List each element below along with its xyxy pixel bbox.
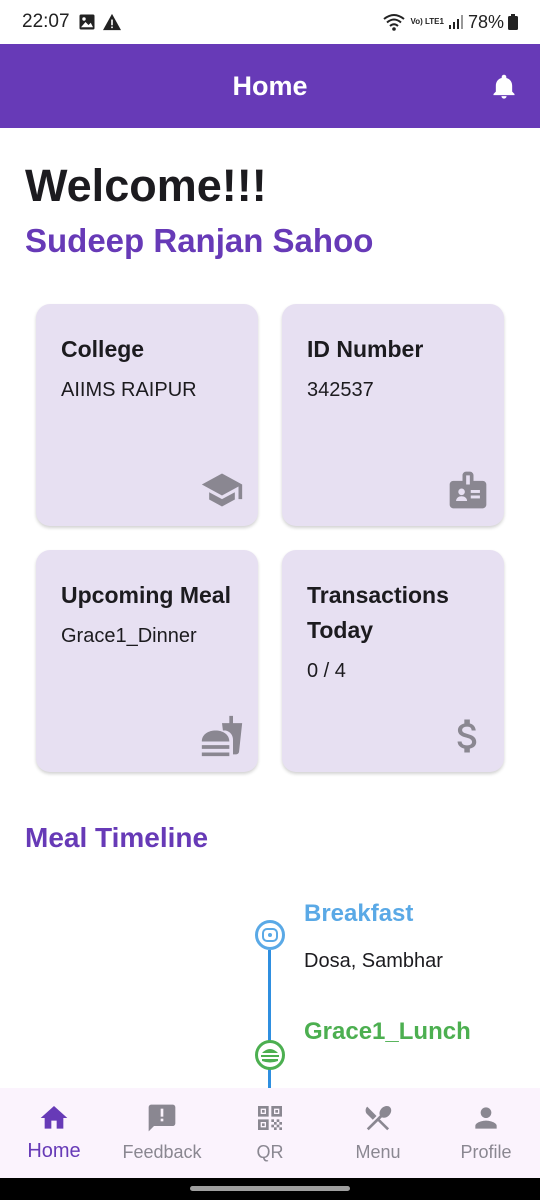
bottom-navigation: Home Feedback QR Menu Profile [0,1088,540,1178]
nav-label: QR [256,1142,284,1162]
app-bar: Home [0,44,540,128]
person-icon [475,1107,497,1129]
gesture-navigation-area [0,1178,540,1200]
timeline-connector [268,950,271,1095]
breakfast-icon [262,928,278,942]
card-title: Transactions Today [307,582,449,643]
card-value: 342537 [307,379,374,401]
nav-item-menu[interactable]: Menu [324,1088,432,1178]
signal-icon [448,15,463,29]
page-title: Home [232,70,308,101]
card-title: Upcoming Meal [61,582,231,608]
nav-item-qr[interactable]: QR [216,1088,324,1178]
fastfood-icon [201,715,243,757]
home-icon [40,1106,68,1129]
restaurant-icon [365,1105,392,1131]
card-value: AIIMS RAIPUR [61,379,197,401]
timeline-description: Dosa, Sambhar [304,950,443,972]
network-type-label: Vo) LTE1 [410,17,444,26]
wifi-icon [383,14,406,31]
dollar-icon [457,719,477,753]
status-time: 22:07 [22,11,70,32]
warning-icon [102,13,121,31]
card-title: College [61,336,145,362]
nav-label: Feedback [122,1142,202,1162]
nav-label: Home [27,1140,81,1162]
battery-percent: 78% [467,11,504,32]
meal-timeline-title: Meal Timeline [25,822,209,853]
feedback-icon [148,1104,176,1132]
welcome-heading: Welcome!!! [25,160,267,211]
timeline-label: Breakfast [304,900,414,927]
burger-icon [261,1049,279,1063]
user-name: Sudeep Ranjan Sahoo [25,222,374,259]
timeline-node-breakfast [255,920,285,950]
timeline-node-lunch [255,1040,285,1070]
badge-icon [449,471,487,509]
battery-icon [508,14,518,30]
nav-item-home[interactable]: Home [0,1088,108,1178]
card-value: 0 / 4 [307,660,346,682]
id-number-card[interactable]: ID Number 342537 [282,304,504,526]
nav-label: Profile [460,1142,512,1162]
notification-bell-icon[interactable] [490,73,518,101]
college-card[interactable]: College AIIMS RAIPUR [36,304,258,526]
gesture-handle[interactable] [190,1186,350,1191]
upcoming-meal-card[interactable]: Upcoming Meal Grace1_Dinner [36,550,258,772]
card-title: ID Number [307,336,424,362]
timeline-label: Grace1_Lunch [304,1018,471,1045]
image-notification-icon [79,14,95,30]
card-value: Grace1_Dinner [61,625,197,647]
transactions-card[interactable]: Transactions Today 0 / 4 [282,550,504,772]
school-icon [201,473,243,507]
nav-item-feedback[interactable]: Feedback [108,1088,216,1178]
status-bar: 22:07 Vo) LTE1 78% [0,0,540,44]
qr-icon [258,1106,282,1130]
nav-label: Menu [355,1142,401,1162]
nav-item-profile[interactable]: Profile [432,1088,540,1178]
